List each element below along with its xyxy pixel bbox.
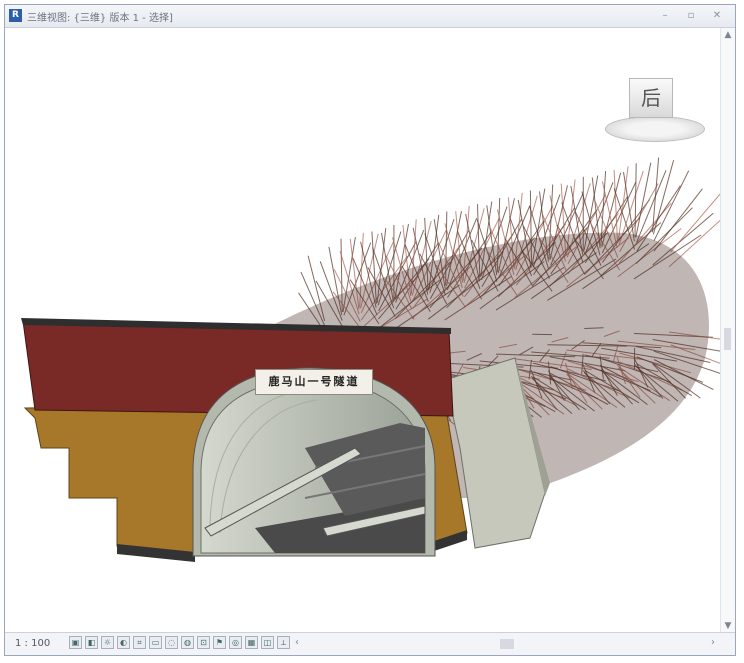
design-options-icon[interactable]: ◫	[261, 636, 274, 649]
lock-view-icon[interactable]: ⊡	[197, 636, 210, 649]
viewcube-compass-ring[interactable]	[605, 116, 705, 142]
rock-bolt	[634, 163, 637, 238]
reveal-hidden-icon[interactable]: ◍	[181, 636, 194, 649]
revit-view-window: R 三维视图: {三维} 版本 1 - 选择] – ▫ ✕ 鹿马山一号隧道 后 …	[4, 4, 736, 656]
vertical-scrollbar[interactable]: ▲ ▼	[720, 28, 735, 633]
crop-view-icon[interactable]: ⌗	[133, 636, 146, 649]
minimize-button[interactable]: –	[655, 8, 675, 23]
rock-bolt	[623, 171, 635, 242]
window-title: 三维视图: {三维} 版本 1 - 选择]	[27, 13, 173, 24]
restore-button[interactable]: ▫	[681, 8, 701, 23]
revit-app-icon: R	[9, 9, 22, 22]
highlight-icon[interactable]: ◎	[229, 636, 242, 649]
rock-bolt	[653, 188, 703, 252]
tunnel-name-plaque: 鹿马山一号隧道	[255, 369, 373, 395]
worksharing-icon[interactable]: ▦	[245, 636, 258, 649]
view-scale[interactable]: 1 : 100	[15, 638, 50, 649]
vertical-scroll-thumb[interactable]	[724, 328, 731, 350]
viewcube[interactable]: 后	[601, 78, 709, 158]
scroll-right-arrow[interactable]: ›	[711, 637, 715, 648]
model-graphics-icon[interactable]: ▣	[69, 636, 82, 649]
scroll-left-arrow[interactable]: ‹	[295, 637, 299, 648]
show-crop-icon[interactable]: ▭	[149, 636, 162, 649]
view-control-bar: 1 : 100 ▣ ◧ ☼ ◐ ⌗ ▭ ◌ ◍ ⊡ ⚑ ◎ ▦ ◫ ⟂ ‹ ›	[5, 632, 735, 655]
title-bar: R 三维视图: {三维} 版本 1 - 选择] – ▫ ✕	[5, 5, 735, 28]
temporary-hide-icon[interactable]: ◌	[165, 636, 178, 649]
visual-style-icon[interactable]: ◧	[85, 636, 98, 649]
rock-bolt	[652, 159, 675, 235]
horizontal-scroll-thumb[interactable]	[500, 639, 514, 649]
constraints-icon[interactable]: ⟂	[277, 636, 290, 649]
view-tools: ▣ ◧ ☼ ◐ ⌗ ▭ ◌ ◍ ⊡ ⚑ ◎ ▦ ◫ ⟂	[69, 636, 290, 649]
3d-viewport[interactable]: 鹿马山一号隧道 后	[5, 28, 721, 633]
analysis-icon[interactable]: ⚑	[213, 636, 226, 649]
viewcube-back-face[interactable]: 后	[629, 78, 673, 118]
close-button[interactable]: ✕	[707, 8, 727, 23]
rock-bolt	[653, 170, 690, 242]
sun-path-icon[interactable]: ☼	[101, 636, 114, 649]
scroll-up-arrow[interactable]: ▲	[721, 28, 735, 42]
scroll-down-arrow[interactable]: ▼	[721, 619, 735, 633]
rock-bolt	[613, 169, 618, 243]
shadows-icon[interactable]: ◐	[117, 636, 130, 649]
